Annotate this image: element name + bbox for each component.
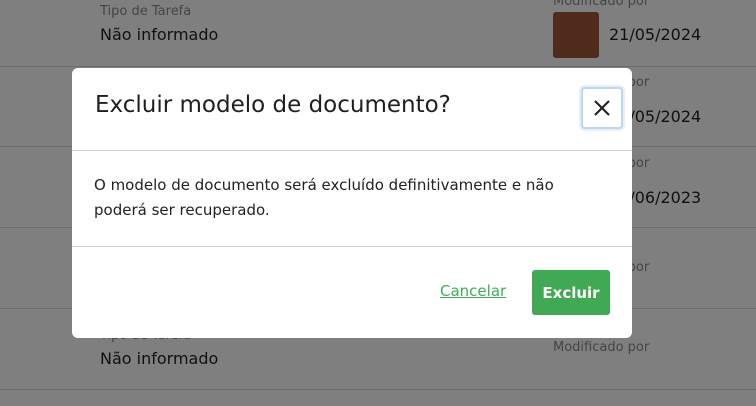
cancel-button[interactable]: Cancelar	[440, 282, 506, 300]
delete-confirmation-dialog: Excluir modelo de documento? O modelo de…	[72, 68, 632, 338]
dialog-title: Excluir modelo de documento?	[95, 92, 451, 118]
dialog-footer: Cancelar Excluir	[72, 247, 632, 338]
document-templates-page: Tipo de Tarefa Não informado Modificado …	[0, 0, 756, 406]
dialog-body: O modelo de documento será excluído defi…	[72, 151, 632, 247]
dialog-header: Excluir modelo de documento?	[72, 68, 632, 151]
close-button[interactable]	[581, 87, 623, 129]
dialog-message: O modelo de documento será excluído defi…	[94, 176, 554, 219]
delete-button[interactable]: Excluir	[532, 270, 610, 315]
close-icon	[594, 100, 610, 116]
